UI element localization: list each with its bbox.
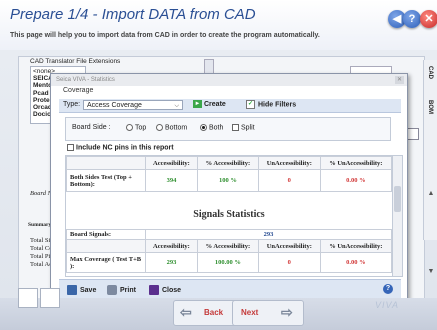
table-row: Max Coverage ( Test T+B ): 293 100.00 % … [66,252,393,273]
report-scrollbar[interactable] [392,156,402,276]
create-icon: ► [193,100,202,108]
print-label: Print [120,286,136,294]
print-button[interactable]: Print [107,285,136,295]
checkbox-checked-icon: ✓ [246,100,255,109]
side-tools [18,288,64,308]
row-label: Both Sides Test (Top + Bottom): [66,169,146,192]
checkbox-icon [232,124,239,131]
print-icon [107,285,117,295]
board-side-label: Board Side : [72,124,111,131]
dialog-caption: Coverage [63,87,94,94]
table-row: Both Sides Test (Top + Bottom): 394 100 … [66,169,393,192]
next-button[interactable]: Next ⇨ [232,300,304,326]
radio-icon [126,124,133,131]
checkbox-icon [67,144,74,151]
dialog-titlebar-text: Seica VIVA - Statistics [56,77,115,83]
unaccessibility-pct: 0.00 % [319,169,393,192]
close-button[interactable]: Close [149,285,181,295]
split-checkbox[interactable]: Split [232,124,255,131]
radio-both[interactable]: Both [200,124,223,131]
accessibility-pct: 100.00 % [196,252,259,273]
column-header: UnAccessibility: [257,239,321,253]
coverage-report: Accessibility: % Accessibility: UnAccess… [65,155,403,277]
board-signals-label: Board Signals: [66,229,146,240]
statistics-dialog: Seica VIVA - Statistics ✕ Coverage Type:… [50,73,408,307]
signals-table: Board Signals: 293 Accessibility: % Acce… [66,229,393,273]
column-header: % UnAccessibility: [319,239,393,253]
radio-bottom[interactable]: Bottom [156,124,187,131]
chevron-down-icon: ⌵ [174,103,179,109]
brand-logo: VIVA [375,300,400,310]
radio-icon [156,124,163,131]
radio-both-label: Both [209,124,224,132]
help-icon[interactable]: ? [403,10,421,28]
unaccessibility-value: 0 [257,169,321,192]
tool-icon[interactable] [40,288,60,308]
tool-icon[interactable] [18,288,38,308]
arrow-left-icon: ⇦ [180,304,192,320]
dialog-close-button[interactable]: ✕ [395,76,404,84]
coverage-table: Accessibility: % Accessibility: UnAccess… [66,156,393,192]
type-select[interactable]: Access Coverage ⌵ [83,100,183,110]
table-row: Board Signals: 293 [66,229,392,240]
scrollbar-thumb[interactable] [394,186,401,212]
create-label: Create [204,100,226,108]
include-nc-label: Include NC pins in this report [76,144,174,152]
radio-top[interactable]: Top [126,124,146,131]
hide-filters-label: Hide Filters [258,101,297,109]
row-label: Max Coverage ( Test T+B ): [66,252,146,273]
accessibility-value: 394 [145,169,198,192]
table-header-row: Accessibility: % Accessibility: UnAccess… [66,156,393,170]
dialog-action-bar: Save Print Close ? [59,279,401,300]
arrow-right-icon: ⇨ [281,304,293,320]
unaccessibility-value: 0 [257,252,321,273]
column-header [66,239,146,253]
tab-cad[interactable]: CAD [427,66,433,79]
scroll-down-icon[interactable]: ▼ [426,268,436,278]
column-header: % Accessibility: [196,156,259,170]
column-header: Accessibility: [145,239,198,253]
split-label: Split [241,124,255,132]
dialog-titlebar: Seica VIVA - Statistics ✕ [51,74,407,86]
save-icon [67,285,77,295]
cad-list-header: CAD Translator File Extensions [30,58,121,65]
accessibility-value: 293 [145,252,198,273]
column-header: % Accessibility: [196,239,259,253]
wizard-subtitle: This page will help you to import data f… [10,32,320,39]
radio-top-label: Top [135,124,147,132]
wizard-title: Prepare 1/4 - Import DATA from CAD [10,6,256,23]
save-button[interactable]: Save [67,285,96,295]
include-nc-checkbox[interactable]: Include NC pins in this report [67,144,174,151]
radio-bottom-label: Bottom [165,124,188,132]
column-header: Accessibility: [145,156,198,170]
report-content: Accessibility: % Accessibility: UnAccess… [66,156,393,276]
board-signals-value: 293 [145,229,392,240]
close-door-icon [149,285,159,295]
type-label: Type: [63,101,81,108]
type-select-value: Access Coverage [87,102,142,109]
signals-statistics-title: Signals Statistics [193,209,265,220]
scroll-up-icon[interactable]: ▲ [426,190,436,200]
hide-filters-checkbox[interactable]: ✓ Hide Filters [246,100,296,109]
side-tabs: CAD BOM [423,60,437,240]
column-header: % UnAccessibility: [319,156,393,170]
table-header-row: Accessibility: % Accessibility: UnAccess… [66,239,393,253]
close-icon[interactable]: ✕ [420,10,437,28]
accessibility-pct: 100 % [196,169,259,192]
create-button[interactable]: ► Create [193,100,226,108]
radio-selected-icon [200,124,207,131]
tab-bom[interactable]: BOM [427,100,433,114]
help-icon[interactable]: ? [383,284,393,294]
unaccessibility-pct: 0.00 % [319,252,393,273]
coverage-toolbar: Type: Access Coverage ⌵ ► Create ✓ Hide Fi… [59,99,401,113]
next-label: Next [241,308,259,317]
column-header: UnAccessibility: [257,156,321,170]
close-label: Close [162,286,182,294]
save-label: Save [80,286,97,294]
back-label: Back [204,308,224,317]
board-side-group: Board Side : Top Bottom Both Split [65,117,391,141]
column-header [66,156,146,170]
